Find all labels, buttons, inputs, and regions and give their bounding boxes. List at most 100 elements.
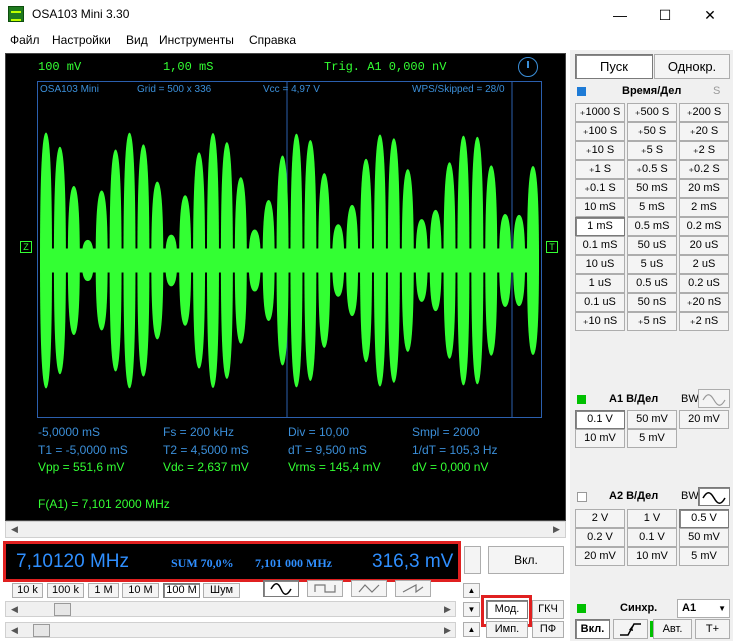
- timediv-button[interactable]: ₊50 S: [627, 122, 677, 141]
- timediv-button[interactable]: 2 mS: [679, 198, 729, 217]
- range-100k-button[interactable]: 100 k: [47, 583, 84, 598]
- start-button[interactable]: Пуск: [575, 54, 653, 79]
- scroll-left-arrow-icon[interactable]: ◀: [6, 522, 23, 537]
- range-1m-button[interactable]: 1 M: [88, 583, 119, 598]
- timediv-button[interactable]: ₊1000 S: [575, 103, 625, 122]
- timediv-button[interactable]: ₊0.5 S: [627, 160, 677, 179]
- amp-slider-right-arrow-icon[interactable]: ▶: [439, 623, 456, 638]
- menu-view[interactable]: Вид: [126, 33, 148, 47]
- step-up-icon[interactable]: ▲: [463, 583, 480, 598]
- trigger-level-marker[interactable]: T: [546, 241, 558, 253]
- a2-volts-button[interactable]: 20 mV: [575, 547, 625, 566]
- waveform-saw-button[interactable]: [395, 580, 431, 597]
- timediv-button[interactable]: ₊500 S: [627, 103, 677, 122]
- timediv-button[interactable]: ₊100 S: [575, 122, 625, 141]
- timediv-button[interactable]: 0.2 uS: [679, 274, 729, 293]
- frequency-slider[interactable]: ◀ ▶: [5, 601, 456, 617]
- a2-volts-button[interactable]: 0.5 V: [679, 509, 729, 528]
- sync-channel-select[interactable]: A1 ▼: [677, 599, 730, 618]
- a2-volts-button[interactable]: 2 V: [575, 509, 625, 528]
- timediv-button[interactable]: 5 mS: [627, 198, 677, 217]
- timediv-button[interactable]: 0.2 mS: [679, 217, 729, 236]
- a2-volts-button[interactable]: 50 mV: [679, 528, 729, 547]
- waveform-square-button[interactable]: [307, 580, 343, 597]
- timediv-button[interactable]: 10 uS: [575, 255, 625, 274]
- a2-volts-button[interactable]: 10 mV: [627, 547, 677, 566]
- timediv-button[interactable]: ₊2 S: [679, 141, 729, 160]
- timediv-button[interactable]: ₊200 S: [679, 103, 729, 122]
- timediv-button[interactable]: 50 nS: [627, 293, 677, 312]
- pulse-button[interactable]: Имп.: [486, 621, 528, 638]
- timediv-button[interactable]: 50 uS: [627, 236, 677, 255]
- timediv-button[interactable]: ₊10 S: [575, 141, 625, 160]
- timediv-button[interactable]: ₊0.2 S: [679, 160, 729, 179]
- timediv-button[interactable]: 2 uS: [679, 255, 729, 274]
- waveform-sine-button[interactable]: [263, 580, 299, 597]
- range-10k-button[interactable]: 10 k: [12, 583, 43, 598]
- a2-volts-button[interactable]: 5 mV: [679, 547, 729, 566]
- amp-slider-thumb[interactable]: [33, 624, 50, 637]
- freq-slider-left-arrow-icon[interactable]: ◀: [6, 602, 23, 617]
- timediv-button[interactable]: ₊2 nS: [679, 312, 729, 331]
- a1-bw-button[interactable]: [698, 389, 730, 408]
- a1-volts-button[interactable]: 10 mV: [575, 429, 625, 448]
- sync-on-button[interactable]: Вкл.: [575, 619, 610, 639]
- sync-edge-button[interactable]: [613, 619, 648, 639]
- timediv-button[interactable]: ₊1 S: [575, 160, 625, 179]
- timediv-button[interactable]: 1 uS: [575, 274, 625, 293]
- sweep-button[interactable]: ГКЧ: [532, 600, 564, 619]
- a2-enable-checkbox[interactable]: [577, 492, 587, 502]
- range-100m-button[interactable]: 100 M: [163, 583, 200, 598]
- timediv-button[interactable]: ₊5 S: [627, 141, 677, 160]
- timediv-button[interactable]: 0.1 mS: [575, 236, 625, 255]
- timediv-button[interactable]: 0.5 uS: [627, 274, 677, 293]
- zero-level-marker[interactable]: Z: [20, 241, 32, 253]
- timediv-button[interactable]: ₊20 S: [679, 122, 729, 141]
- timediv-button[interactable]: 50 mS: [627, 179, 677, 198]
- timediv-button[interactable]: 20 uS: [679, 236, 729, 255]
- timediv-button[interactable]: 20 mS: [679, 179, 729, 198]
- a1-volts-button[interactable]: 0.1 V: [575, 410, 625, 429]
- scope-scrollbar[interactable]: ◀ ▶: [5, 521, 566, 538]
- sync-tplus-button[interactable]: T+: [695, 619, 730, 639]
- timediv-button[interactable]: ₊5 nS: [627, 312, 677, 331]
- sync-auto-button[interactable]: Авт.: [653, 619, 692, 639]
- amp-step-icon[interactable]: ▲: [463, 622, 480, 637]
- a2-volts-button[interactable]: 0.2 V: [575, 528, 625, 547]
- a2-volts-button[interactable]: 1 V: [627, 509, 677, 528]
- freq-slider-right-arrow-icon[interactable]: ▶: [439, 602, 456, 617]
- minimize-button[interactable]: —: [597, 0, 643, 30]
- amp-slider-left-arrow-icon[interactable]: ◀: [6, 623, 23, 638]
- scroll-right-arrow-icon[interactable]: ▶: [548, 522, 565, 537]
- clock-icon[interactable]: [518, 57, 538, 77]
- a2-bw-button[interactable]: [698, 487, 730, 506]
- noise-button[interactable]: Шум: [203, 583, 240, 598]
- menu-settings[interactable]: Настройки: [52, 33, 111, 47]
- amplitude-slider[interactable]: ◀ ▶: [5, 622, 456, 638]
- timediv-button[interactable]: 0.5 mS: [627, 217, 677, 236]
- close-button[interactable]: ✕: [687, 0, 733, 30]
- timediv-button[interactable]: ₊0.1 S: [575, 179, 625, 198]
- generator-on-button[interactable]: Вкл.: [488, 546, 564, 574]
- menu-help[interactable]: Справка: [249, 33, 296, 47]
- pf-button[interactable]: ПФ: [532, 621, 564, 638]
- timediv-button[interactable]: 1 mS: [575, 217, 625, 236]
- menu-file[interactable]: Файл: [10, 33, 40, 47]
- a1-volts-button[interactable]: 50 mV: [627, 410, 677, 429]
- a1-volts-button[interactable]: 5 mV: [627, 429, 677, 448]
- menu-tools[interactable]: Инструменты: [159, 33, 234, 47]
- single-button[interactable]: Однокр.: [654, 54, 730, 79]
- oscilloscope-display[interactable]: 100 mV 1,00 mS Trig. A1 0,000 nV OSA103 …: [5, 53, 566, 521]
- range-10m-button[interactable]: 10 M: [122, 583, 159, 598]
- step-down-icon[interactable]: ▼: [463, 602, 480, 617]
- timediv-button[interactable]: ₊20 nS: [679, 293, 729, 312]
- generator-aux-button[interactable]: [464, 546, 481, 574]
- a1-volts-button[interactable]: 20 mV: [679, 410, 729, 429]
- timediv-button[interactable]: 5 uS: [627, 255, 677, 274]
- timediv-button[interactable]: 0.1 uS: [575, 293, 625, 312]
- maximize-button[interactable]: ☐: [642, 0, 688, 30]
- a2-volts-button[interactable]: 0.1 V: [627, 528, 677, 547]
- timediv-button[interactable]: ₊10 nS: [575, 312, 625, 331]
- timediv-button[interactable]: 10 mS: [575, 198, 625, 217]
- freq-slider-thumb[interactable]: [54, 603, 71, 616]
